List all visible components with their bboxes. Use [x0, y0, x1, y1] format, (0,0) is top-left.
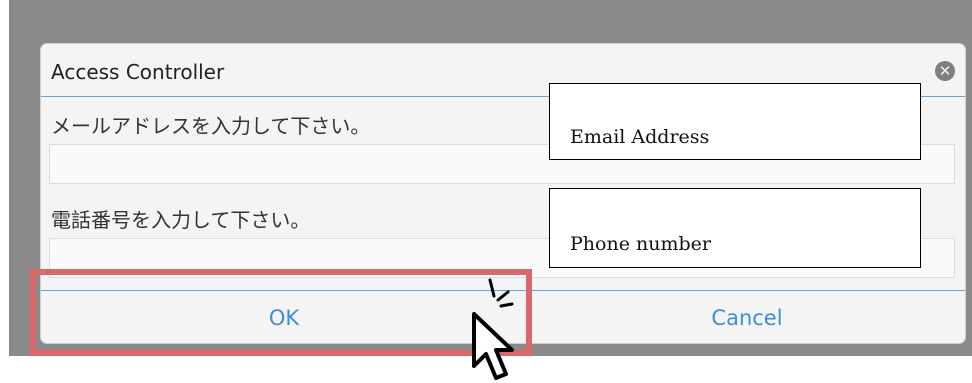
click-pointer-icon — [472, 278, 514, 380]
email-annotation-box: Email Address — [549, 83, 921, 160]
phone-label: 電話番号を入力して下さい。 — [51, 208, 311, 232]
dialog-title: Access Controller — [51, 60, 225, 84]
ok-highlight-frame — [30, 269, 532, 356]
close-icon[interactable]: ✕ — [935, 61, 955, 81]
phone-annotation-box: Phone number — [549, 188, 921, 268]
email-annotation-text: Email Address — [570, 126, 710, 148]
email-label: メールアドレスを入力して下さい。 — [51, 114, 371, 138]
phone-annotation-text: Phone number — [570, 233, 711, 255]
cancel-button[interactable]: Cancel — [647, 306, 847, 330]
